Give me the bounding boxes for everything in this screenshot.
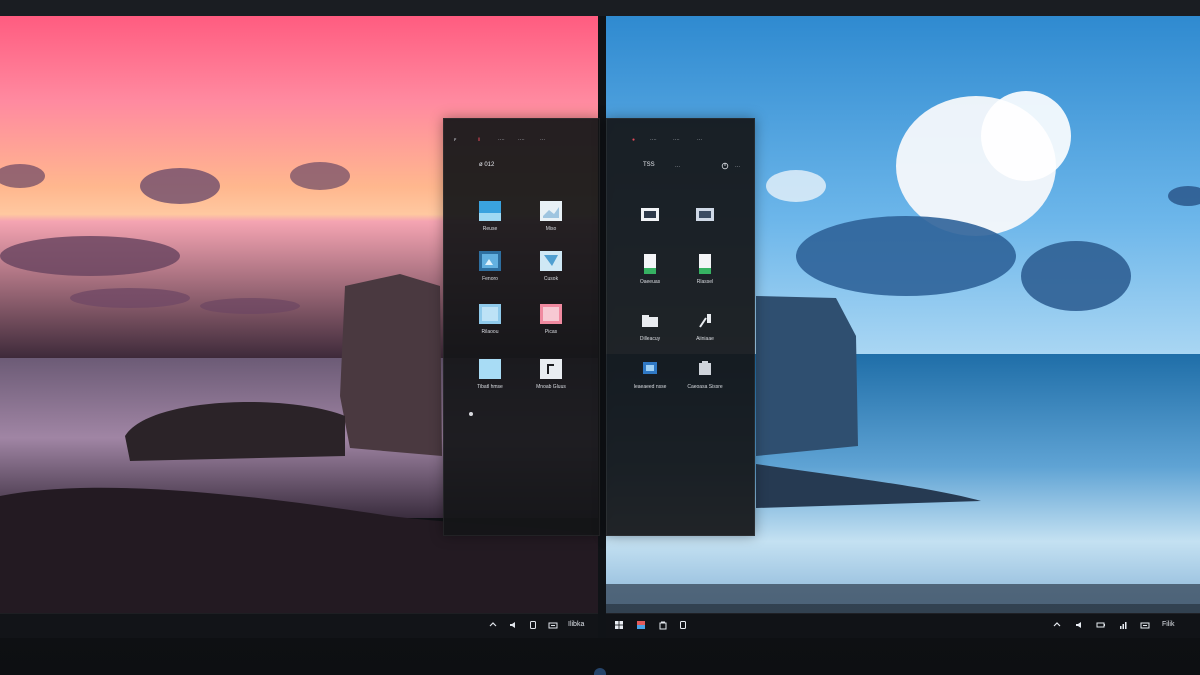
app-tile[interactable]: Rlassel <box>679 254 731 285</box>
left-start-panel: ꜰ Ⅱ ···· ···· ··· ø 012 Reuse Miso Fenor… <box>443 118 600 536</box>
menu-item[interactable]: ꜰ <box>454 137 456 143</box>
speaker-icon[interactable] <box>508 620 518 630</box>
tile-label: Aiiniaae <box>696 336 714 342</box>
app-tile[interactable]: Cusok <box>525 251 577 282</box>
chevron-up-icon[interactable] <box>488 620 498 630</box>
store-icon[interactable] <box>658 620 668 630</box>
folder-icon <box>642 315 658 327</box>
app-tile[interactable]: Fenoro <box>464 251 516 282</box>
app-tile[interactable] <box>624 205 676 230</box>
taskbar-clock[interactable]: Ilibka <box>568 621 584 629</box>
app-tile[interactable]: Tibatl hmse <box>464 359 516 390</box>
image-file-icon <box>479 359 501 379</box>
pager-dot[interactable] <box>469 412 473 416</box>
app-tile[interactable]: Oaeeuas <box>624 254 676 285</box>
menu-item[interactable]: ···· <box>673 137 680 143</box>
monitor-stand-logo <box>594 668 606 675</box>
tablet-icon[interactable] <box>678 620 688 630</box>
panel-menu-bar: ꜰ Ⅱ ···· ···· ··· <box>444 137 599 147</box>
menu-item[interactable]: ··· <box>697 137 702 143</box>
tile-label: Caeoasa Sissre <box>687 384 723 390</box>
app-tile[interactable]: Mnoab Gluus <box>525 359 577 390</box>
tile-label: Cusok <box>543 276 559 282</box>
app-tile[interactable] <box>679 205 731 230</box>
app-tile[interactable]: Miso <box>525 201 577 232</box>
tile-label: Miso <box>545 226 557 232</box>
image-file-icon <box>540 304 562 324</box>
tile-label: Ieaeaeed nsse <box>633 384 667 390</box>
taskbar-clock[interactable]: Filik <box>1162 621 1174 629</box>
tile-label: Oaeeuas <box>639 279 661 285</box>
app-tile[interactable]: Caeoasa Sissre <box>679 359 731 390</box>
document-icon <box>699 254 711 274</box>
image-file-icon <box>540 201 562 221</box>
tile-label: Fenoro <box>482 276 498 282</box>
right-taskbar: Filik <box>606 613 1200 638</box>
tile-label: Picas <box>544 329 558 335</box>
app-tile[interactable]: Dilleacuy <box>624 311 676 342</box>
document-icon <box>644 254 656 274</box>
monitor-icon <box>696 208 714 221</box>
app-tile[interactable]: Picas <box>525 304 577 335</box>
image-file-icon <box>479 201 501 221</box>
monitor-icon <box>641 208 659 221</box>
keyboard-icon[interactable] <box>1140 620 1150 630</box>
menu-item[interactable]: Ⅱ <box>478 137 480 143</box>
tile-label: Mnoab Gluus <box>536 384 566 390</box>
tile-label: Rlassel <box>696 279 714 285</box>
battery-icon[interactable] <box>1096 620 1106 630</box>
panel-menu-bar: ● ···· ···· ··· <box>607 137 754 147</box>
menu-item[interactable]: ···· <box>518 137 525 143</box>
app-tile[interactable]: Ieaeaeed nsse <box>624 359 676 390</box>
panel-title: TSS <box>643 162 655 168</box>
tools-icon <box>699 314 711 328</box>
image-file-icon <box>479 251 501 271</box>
left-taskbar: Ilibka <box>0 613 598 638</box>
record-icon[interactable]: ● <box>632 137 635 143</box>
panel-title: ø 012 <box>479 162 495 168</box>
app-icon <box>643 362 657 374</box>
network-icon[interactable] <box>1118 620 1128 630</box>
image-file-icon <box>540 359 562 379</box>
chevron-up-icon[interactable] <box>1052 620 1062 630</box>
menu-item[interactable]: ··· <box>675 164 680 170</box>
menu-item[interactable]: ··· <box>540 137 545 143</box>
keyboard-icon[interactable] <box>548 620 558 630</box>
image-file-icon <box>479 304 501 324</box>
tile-label: Reuse <box>482 226 498 232</box>
app-tile[interactable]: Aiiniaae <box>679 311 731 342</box>
app-icon <box>699 361 711 375</box>
speaker-icon[interactable] <box>1074 620 1084 630</box>
menu-item[interactable]: ···· <box>498 137 505 143</box>
right-start-panel: ● ···· ···· ··· TSS ··· ··· Oaeeuas Rlas… <box>606 118 755 536</box>
menu-item[interactable]: ···· <box>650 137 657 143</box>
more-options-icon[interactable]: ··· <box>735 164 740 170</box>
gallery-icon[interactable] <box>636 620 646 630</box>
tile-label: Tibatl hmse <box>477 384 503 390</box>
app-tile[interactable]: Reuse <box>464 201 516 232</box>
tablet-icon[interactable] <box>528 620 538 630</box>
windows-start-icon[interactable] <box>614 620 624 630</box>
app-tile[interactable]: Rilaoou <box>464 304 516 335</box>
tile-label: Rilaoou <box>481 329 499 335</box>
power-icon[interactable] <box>721 162 729 170</box>
tile-label: Dilleacuy <box>639 336 661 342</box>
image-file-icon <box>540 251 562 271</box>
